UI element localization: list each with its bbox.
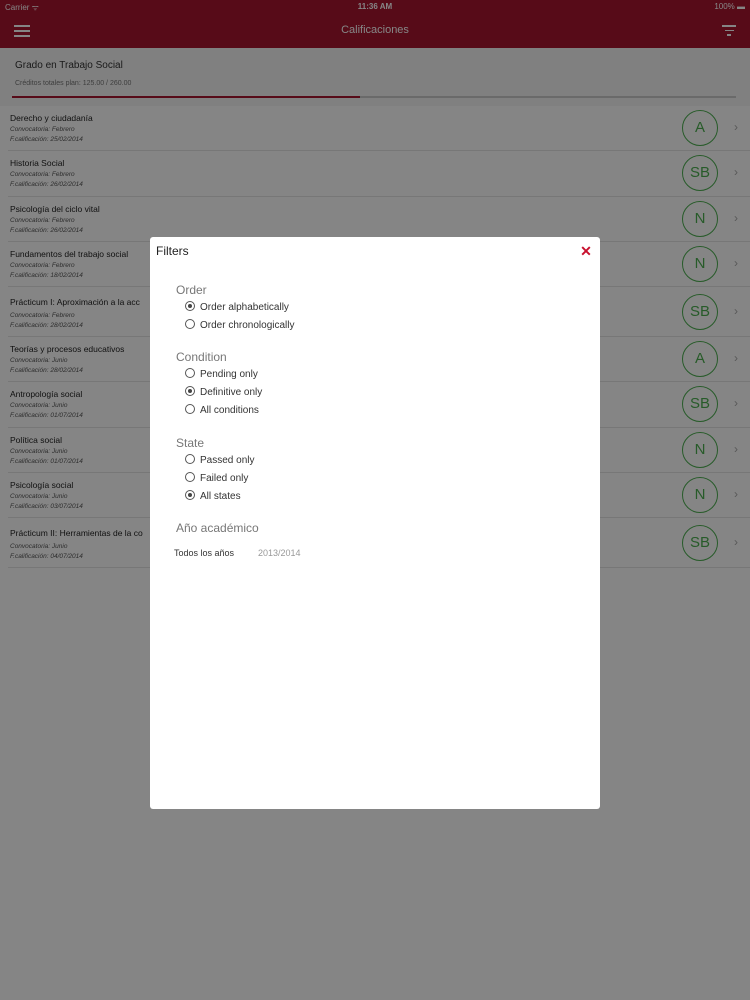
condition-section-label: Condition (176, 350, 227, 364)
close-icon[interactable]: ✕ (578, 243, 594, 259)
radio-button[interactable] (185, 454, 195, 464)
radio-button[interactable] (185, 319, 195, 329)
order-section-label: Order (176, 283, 207, 297)
radio-passed-only[interactable]: Passed only (185, 454, 254, 468)
radio-order-alphabetically[interactable]: Order alphabetically (185, 301, 289, 315)
radio-button[interactable] (185, 368, 195, 378)
option-label: Order alphabetically (200, 302, 289, 313)
radio-all-conditions[interactable]: All conditions (185, 404, 259, 418)
radio-order-chronologically[interactable]: Order chronologically (185, 319, 295, 333)
radio-pending-only[interactable]: Pending only (185, 368, 258, 382)
option-label: Order chronologically (200, 320, 295, 331)
option-label: Pending only (200, 369, 258, 380)
radio-button[interactable] (185, 404, 195, 414)
radio-button[interactable] (185, 301, 195, 311)
dialog-title: Filters (156, 244, 189, 258)
all-years-option[interactable]: Todos los años (174, 548, 234, 558)
radio-button[interactable] (185, 472, 195, 482)
year-section-label: Año académico (176, 521, 259, 535)
radio-all-states[interactable]: All states (185, 490, 241, 504)
radio-definitive-only[interactable]: Definitive only (185, 386, 262, 400)
option-label: All conditions (200, 405, 259, 416)
option-label: Failed only (200, 473, 249, 484)
year-picker[interactable]: 2013/2014 (258, 548, 301, 558)
filters-dialog: Filters ✕ Order Order alphabetically Ord… (150, 237, 600, 809)
state-section-label: State (176, 436, 205, 450)
option-label: Definitive only (200, 387, 263, 398)
option-label: Passed only (200, 455, 255, 466)
radio-button[interactable] (185, 490, 195, 500)
radio-failed-only[interactable]: Failed only (185, 472, 248, 486)
option-label: All states (200, 491, 241, 502)
radio-button[interactable] (185, 386, 195, 396)
